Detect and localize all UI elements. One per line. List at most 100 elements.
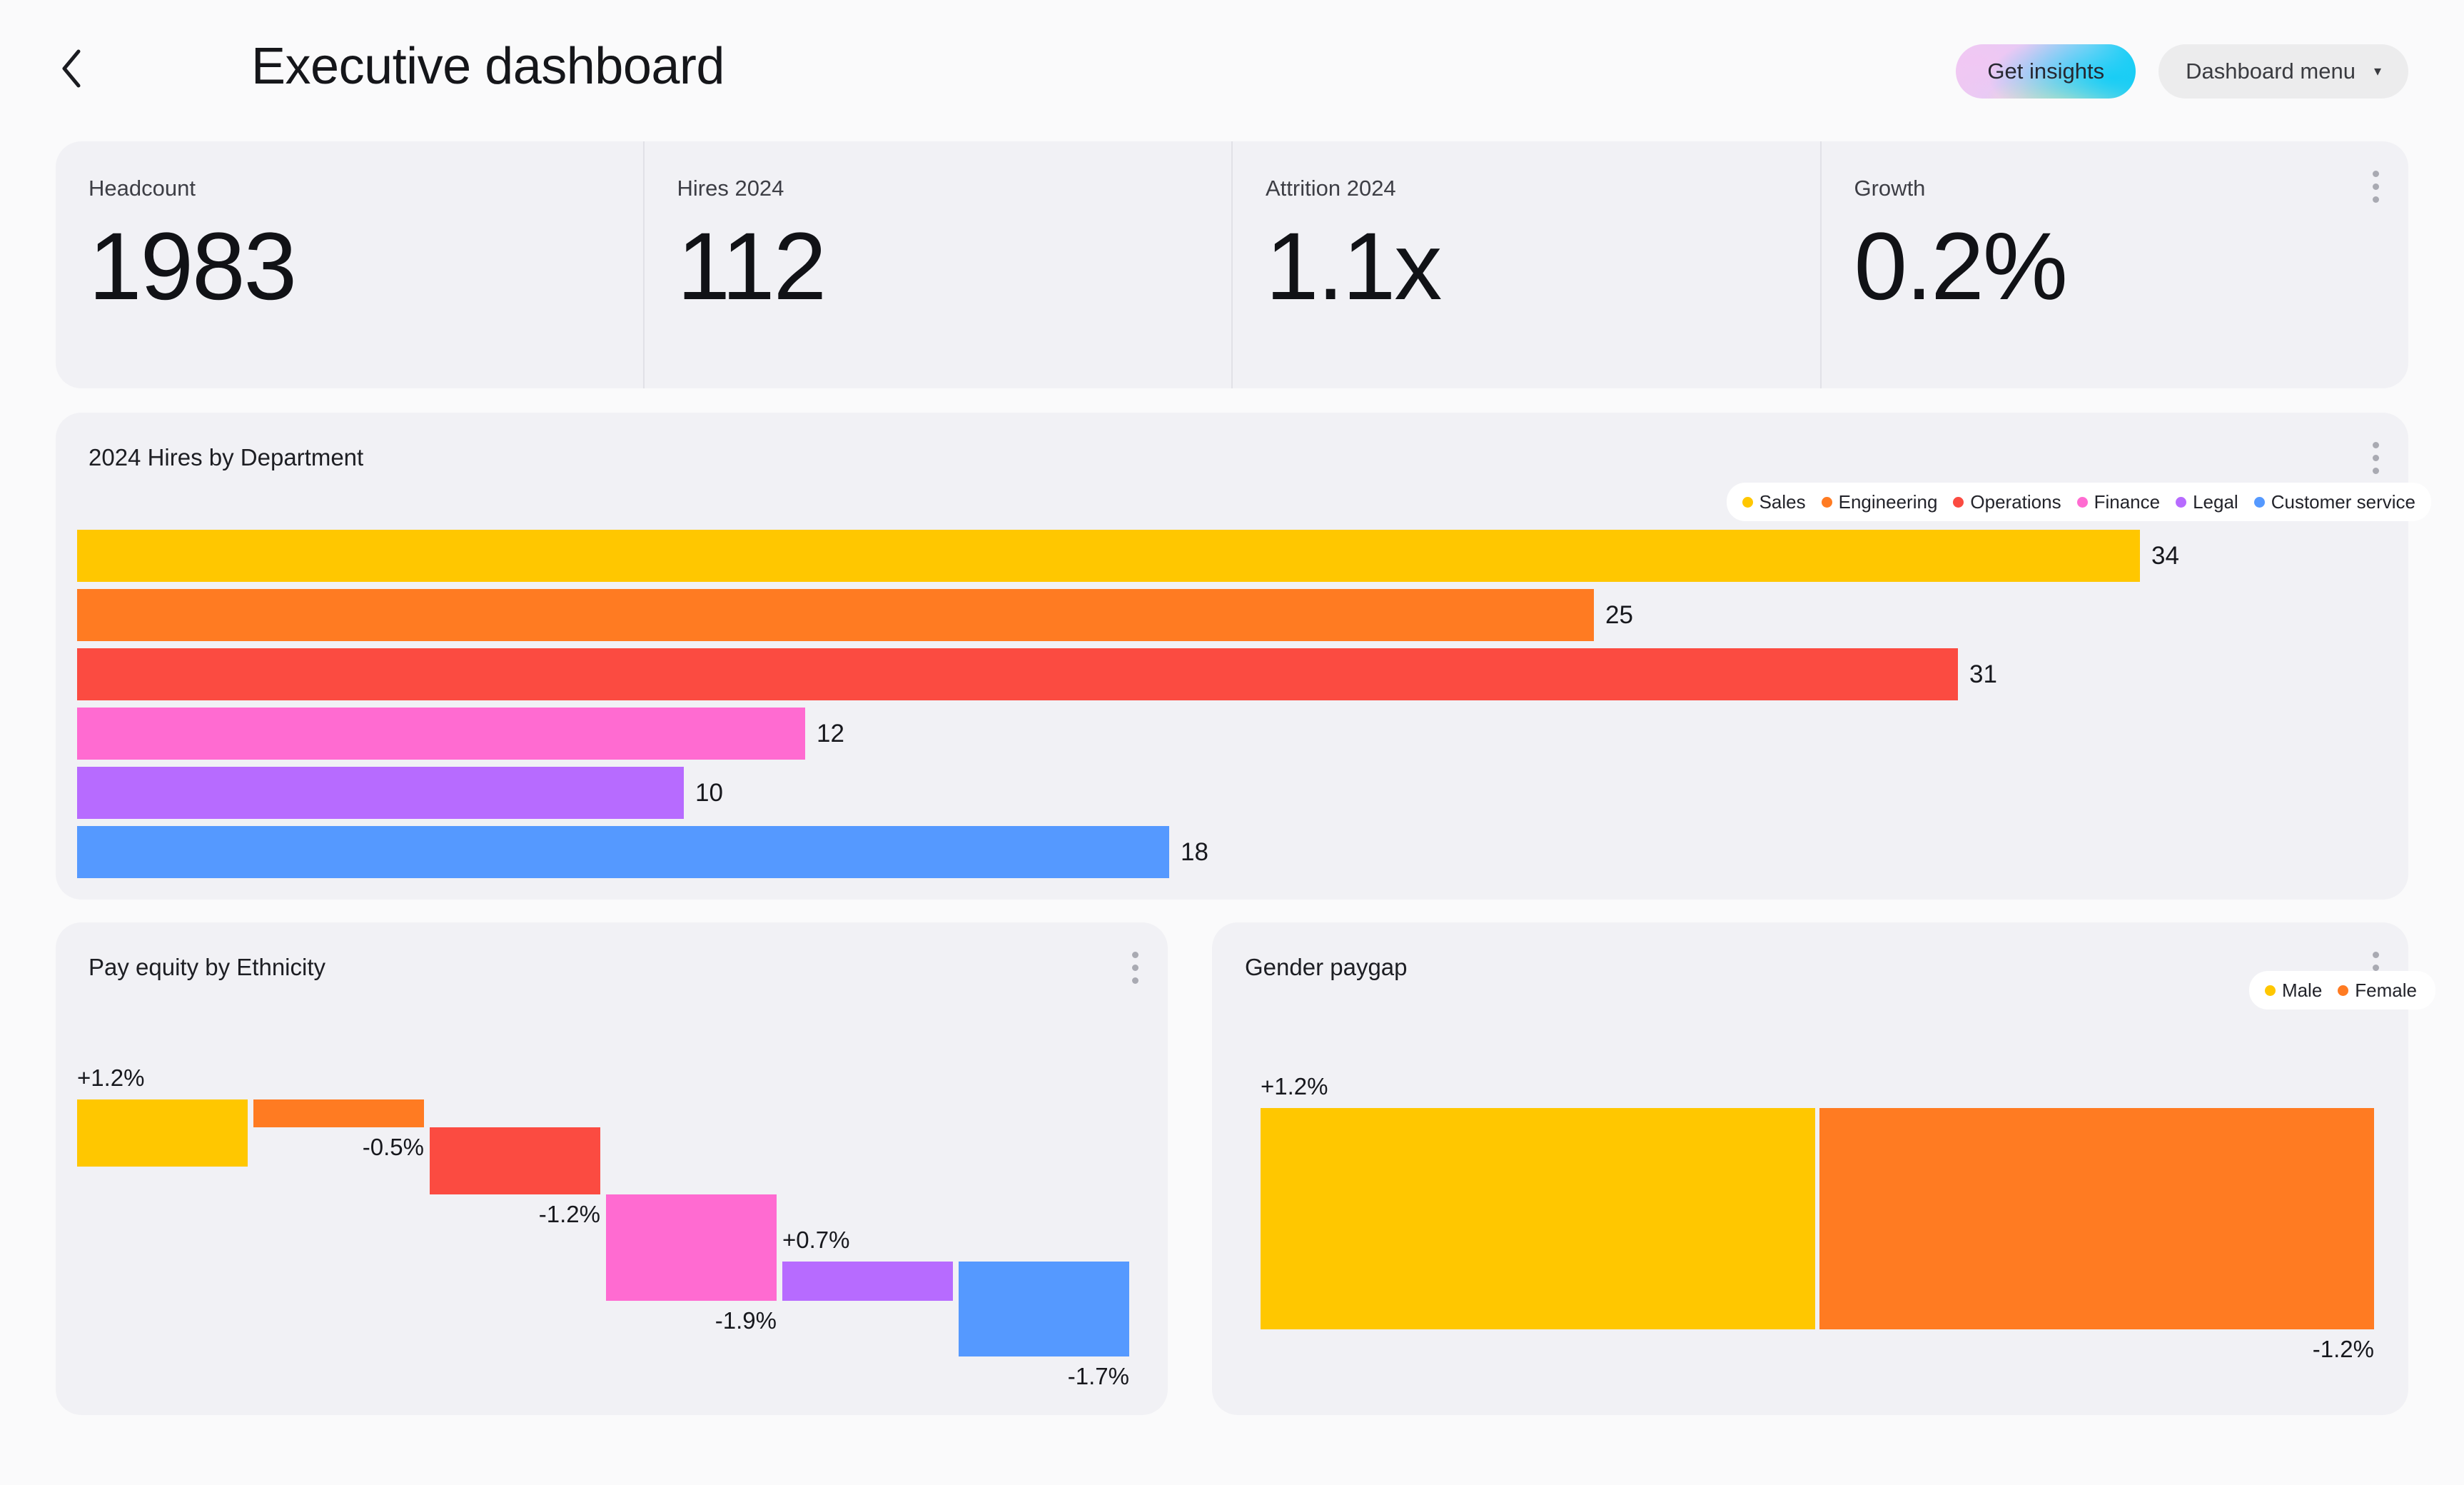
pay-equity-bar <box>253 1099 424 1128</box>
top-bar-actions: Get insights Dashboard menu ▾ <box>1956 44 2408 99</box>
hires-bar-row[interactable]: 31 <box>77 648 2347 700</box>
hires-bar-row[interactable]: 25 <box>77 589 2347 641</box>
get-insights-button[interactable]: Get insights <box>1956 44 2136 99</box>
kpi-headcount: Headcount 1983 <box>56 141 643 388</box>
kpi-attrition-2024: Attrition 2024 1.1x <box>1231 141 1820 388</box>
gender-paygap-legend: Male Female <box>2248 971 2433 1010</box>
page-title: Executive dashboard <box>251 38 724 95</box>
kpi-label: Growth <box>1854 176 1926 201</box>
dashboard-menu-label: Dashboard menu <box>2186 59 2356 84</box>
hires-legend-item[interactable]: Customer service <box>2253 490 2415 514</box>
pay-equity-column[interactable]: +1.2% <box>77 1064 248 1385</box>
hires-bar <box>77 708 805 760</box>
hires-bar-value-label: 31 <box>1969 660 1997 688</box>
legend-label: Male <box>2281 980 2323 1001</box>
legend-label: Female <box>2355 980 2417 1001</box>
back-button[interactable] <box>50 47 93 90</box>
card-title: 2024 Hires by Department <box>89 444 364 470</box>
hires-bar <box>77 767 684 819</box>
pay-equity-bar <box>77 1099 248 1167</box>
card-title: Gender paygap <box>1245 954 1408 980</box>
hires-legend-item[interactable]: Finance <box>2076 490 2161 514</box>
hires-card-menu-icon[interactable] <box>2358 437 2393 478</box>
hires-bar <box>77 589 1594 641</box>
legend-label: Operations <box>1970 491 2061 513</box>
kpi-label: Attrition 2024 <box>1266 176 1396 201</box>
gender-paygap-value-label: -1.2% <box>2312 1336 2374 1362</box>
pay-equity-bar <box>606 1194 777 1301</box>
hires-legend-item[interactable]: Legal <box>2176 490 2238 514</box>
pay-equity-value-label: -1.7% <box>1067 1363 1129 1389</box>
dashboard-menu-button[interactable]: Dashboard menu ▾ <box>2158 44 2408 99</box>
pay-equity-bar <box>782 1261 953 1301</box>
legend-label: Engineering <box>1838 491 1938 513</box>
hires-legend-item[interactable]: Engineering <box>1821 490 1938 514</box>
kpi-growth: Growth 0.2% <box>1819 141 2409 388</box>
pay-equity-waterfall-chart: +1.2% -0.5% -1.2% -1.9% +0.7% -1.7% <box>77 1064 1129 1389</box>
gender-paygap-column[interactable]: +1.2% <box>1261 1073 1815 1385</box>
chevron-left-icon <box>59 49 84 89</box>
hires-bar-value-label: 12 <box>817 720 844 747</box>
hires-bar-value-label: 25 <box>1605 601 1633 629</box>
hires-bar-value-label: 18 <box>1181 838 1208 866</box>
card-title: Pay equity by Ethnicity <box>89 954 325 980</box>
pay-equity-value-label: -1.9% <box>715 1307 777 1334</box>
top-bar: Executive dashboard Get insights Dashboa… <box>0 0 2464 140</box>
gender-paygap-value-label: +1.2% <box>1261 1073 1328 1099</box>
hires-bar <box>77 648 1958 700</box>
hires-bar <box>77 826 1169 878</box>
pay-equity-value-label: +0.7% <box>782 1226 850 1253</box>
legend-color-dot-icon <box>1953 496 1964 508</box>
pay-equity-bar <box>430 1127 600 1195</box>
gender-paygap-legend-item[interactable]: Female <box>2338 978 2417 1002</box>
kpi-label: Hires 2024 <box>677 176 784 201</box>
legend-color-dot-icon <box>2253 496 2265 508</box>
legend-color-dot-icon <box>2076 496 2088 508</box>
legend-label: Legal <box>2193 491 2238 513</box>
gender-paygap-column[interactable]: -1.2% <box>1819 1099 2374 1385</box>
kpi-value: 1.1x <box>1266 213 1442 320</box>
pay-equity-column[interactable]: -1.9% <box>606 1099 777 1385</box>
legend-label: Sales <box>1759 491 1806 513</box>
pay-equity-value-label: -1.2% <box>538 1201 600 1228</box>
hires-legend-item[interactable]: Operations <box>1953 490 2061 514</box>
hires-bar-row[interactable]: 12 <box>77 708 2347 760</box>
kpi-value: 0.2% <box>1854 213 2068 320</box>
pay-equity-column[interactable]: +0.7% <box>782 1099 953 1385</box>
kpi-label: Headcount <box>89 176 196 201</box>
pay-equity-value-label: +1.2% <box>77 1064 145 1091</box>
pay-equity-column[interactable]: -1.2% <box>430 1099 600 1385</box>
kpi-value: 1983 <box>89 213 297 320</box>
pay-equity-bar <box>959 1261 1129 1356</box>
pay-equity-card-menu-icon[interactable] <box>1118 947 1152 988</box>
hires-bar-value-label: 34 <box>2151 542 2179 570</box>
hires-bar-row[interactable]: 18 <box>77 826 2347 878</box>
gender-paygap-waterfall-chart: +1.2% -1.2% <box>1261 1073 2374 1385</box>
legend-label: Finance <box>2094 491 2161 513</box>
gender-paygap-bar <box>1819 1108 2374 1329</box>
kpi-card-menu-icon[interactable] <box>2358 166 2393 207</box>
hires-bar-chart: 34 25 31 12 10 18 <box>77 530 2347 878</box>
pay-equity-value-label: -0.5% <box>362 1134 424 1161</box>
hires-bar-row[interactable]: 10 <box>77 767 2347 819</box>
hires-bar-row[interactable]: 34 <box>77 530 2347 582</box>
legend-color-dot-icon <box>1821 496 1832 508</box>
dashboard-page: Executive dashboard Get insights Dashboa… <box>0 0 2464 1485</box>
hires-legend: Sales Engineering Operations Finance Legal Cu… <box>1726 483 2431 521</box>
gender-paygap-bar <box>1261 1108 1815 1329</box>
legend-color-dot-icon <box>2176 496 2187 508</box>
gender-paygap-legend-item[interactable]: Male <box>2264 978 2323 1002</box>
hires-bar-value-label: 10 <box>695 779 723 807</box>
pay-equity-column[interactable]: -1.7% <box>959 1099 1129 1389</box>
legend-color-dot-icon <box>2338 985 2349 996</box>
kpi-card: Headcount 1983 Hires 2024 112 Attrition … <box>56 141 2408 388</box>
pay-equity-column[interactable]: -0.5% <box>253 1099 424 1385</box>
legend-color-dot-icon <box>1742 496 1753 508</box>
hires-legend-item[interactable]: Sales <box>1742 490 1806 514</box>
legend-label: Customer service <box>2271 491 2415 513</box>
kpi-hires-2024: Hires 2024 112 <box>642 141 1232 388</box>
chevron-down-icon: ▾ <box>2373 64 2381 79</box>
legend-color-dot-icon <box>2264 985 2276 996</box>
kpi-value: 112 <box>677 213 827 320</box>
hires-bar <box>77 530 2140 582</box>
